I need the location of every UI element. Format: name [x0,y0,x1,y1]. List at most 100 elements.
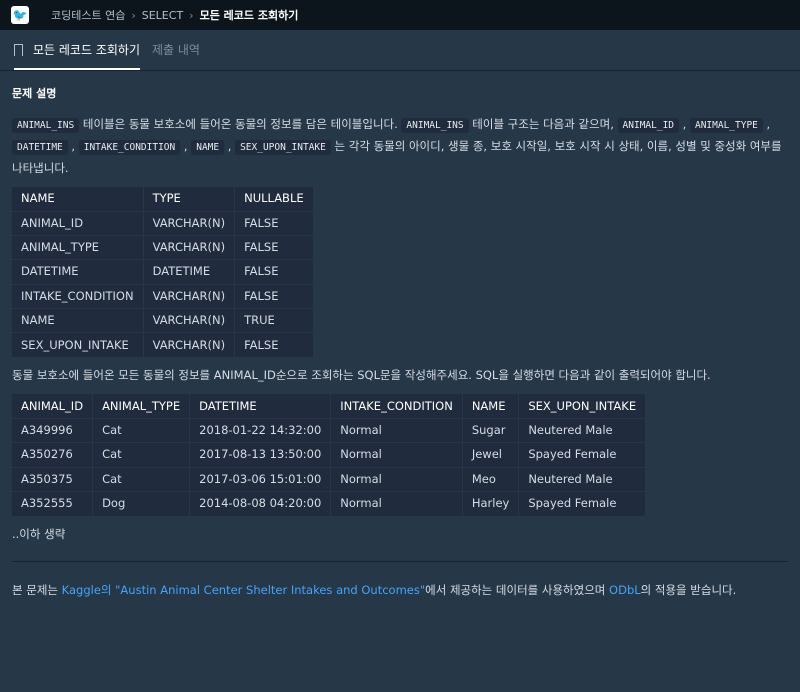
text: 에서 제공하는 데이터를 사용하였으며 [425,582,610,597]
column-header: NULLABLE [234,187,314,211]
table-cell: Neutered Male [518,466,647,492]
tab-label: 모든 레코드 조회하기 [33,43,140,57]
table-row: SEX_UPON_INTAKE VARCHAR(N) FALSE [12,332,314,358]
table-cell: Spayed Female [518,442,647,468]
logo-icon[interactable]: 🐦 [11,6,29,24]
tab-problem[interactable]: 모든 레코드 조회하기 [14,41,140,70]
text: 테이블 구조는 다음과 같으며, [468,117,618,131]
table-cell: Harley [462,491,520,516]
table-cell: Cat [92,466,191,492]
column-header: SEX_UPON_INTAKE [518,394,647,419]
text: 본 문제는 [12,582,62,597]
table-row: DATETIME DATETIME FALSE [12,259,314,285]
table-cell: INTAKE_CONDITION [12,283,144,309]
table-row: A352555 Dog 2014-08-08 04:20:00 Normal Harle… [12,491,647,516]
table-row: NAME VARCHAR(N) TRUE [12,308,314,333]
table-cell: FALSE [234,234,314,260]
table-cell: FALSE [234,259,314,285]
text: 의 적용을 받습니다. [640,582,737,597]
table-cell: ANIMAL_TYPE [12,234,144,260]
breadcrumb-item[interactable]: SELECT [142,9,183,22]
column-header: DATETIME [189,394,332,419]
code: ANIMAL_INS [12,118,80,133]
footer-text: 본 문제는 Kaggle의 "Austin Animal Center Shel… [12,580,788,601]
table-header-row: ANIMAL_ID ANIMAL_TYPE DATETIME INTAKE_CONDI… [12,394,647,419]
table-cell: A352555 [12,491,94,516]
schema-table: NAME TYPE NULLABLE ANIMAL_ID VARCHAR(N) FALSE… [12,187,314,358]
tab-label: 제출 내역 [152,43,200,57]
table-cell: VARCHAR(N) [143,210,236,236]
chevron-right-icon: › [131,8,136,22]
table-cell: 2017-03-06 15:01:00 [189,466,332,492]
table-cell: 2014-08-08 04:20:00 [189,491,332,516]
table-cell: Cat [92,442,191,468]
table-cell: 2018-01-22 14:32:00 [189,417,332,443]
table-cell: ANIMAL_ID [12,210,144,236]
text: 테이블은 동물 보호소에 들어온 동물의 정보를 담은 테이블입니다. [79,117,402,131]
problem-description: ANIMAL_INS 테이블은 동물 보호소에 들어온 동물의 정보를 담은 테… [12,117,782,175]
table-cell: Dog [92,491,191,516]
table-cell: VARCHAR(N) [143,234,236,260]
omitted-text: ..이하 생략 [12,526,66,541]
table-row: INTAKE_CONDITION VARCHAR(N) FALSE [12,283,314,309]
table-cell: Jewel [462,442,520,468]
code: NAME [191,140,225,155]
table-cell: FALSE [234,332,314,358]
table-cell: FALSE [234,210,314,236]
table-cell: TRUE [234,308,314,333]
code: ANIMAL_TYPE [689,118,763,133]
breadcrumb-item[interactable]: 코딩테스트 연습 [51,7,125,23]
table-cell: Normal [330,466,463,492]
code: SEX_UPON_INTAKE [235,140,331,155]
table-cell: Spayed Female [518,491,647,516]
divider [12,560,788,562]
code: DATETIME [12,140,68,155]
column-header: NAME [12,187,144,211]
table-cell: Normal [330,417,463,443]
code: ANIMAL_ID [617,118,680,133]
table-cell: VARCHAR(N) [143,283,236,309]
table-cell: DATETIME [143,259,236,285]
table-cell: Normal [330,491,463,516]
odbl-link[interactable]: ODbL [609,583,641,597]
task-text: 동물 보호소에 들어온 모든 동물의 정보를 ANIMAL_ID순으로 조회하는… [12,368,711,383]
table-cell: Normal [330,442,463,468]
table-cell: A349996 [12,417,94,443]
result-table: ANIMAL_ID ANIMAL_TYPE DATETIME INTAKE_CONDI… [12,394,647,516]
table-cell: A350276 [12,442,94,468]
table-row: ANIMAL_ID VARCHAR(N) FALSE [12,210,314,236]
table-cell: A350375 [12,466,94,492]
column-header: ANIMAL_ID [12,394,94,419]
column-header: ANIMAL_TYPE [92,394,191,419]
code: ANIMAL_INS [401,118,469,133]
table-cell: NAME [12,308,144,333]
tab-submissions[interactable]: 제출 내역 [152,41,200,70]
table-row: A349996 Cat 2018-01-22 14:32:00 Normal Sugar… [12,417,647,443]
table-cell: FALSE [234,283,314,309]
bookmark-icon [14,43,23,56]
table-row: A350276 Cat 2017-08-13 13:50:00 Normal Jewel… [12,442,647,468]
breadcrumb-current: 모든 레코드 조회하기 [199,9,299,22]
column-header: TYPE [143,187,236,211]
table-cell: DATETIME [12,259,144,285]
chevron-right-icon: › [189,8,194,22]
kaggle-link[interactable]: Kaggle의 "Austin Animal Center Shelter In… [62,583,425,597]
tab-bar: 모든 레코드 조회하기 제출 내역 [0,30,800,71]
section-title: 문제 설명 [12,87,57,100]
column-header: NAME [462,394,520,419]
table-cell: Meo [462,466,520,492]
column-header: INTAKE_CONDITION [330,394,463,419]
table-cell: Neutered Male [518,417,647,443]
table-cell: Cat [92,417,191,443]
table-cell: Sugar [462,417,520,443]
table-row: A350375 Cat 2017-03-06 15:01:00 Normal Meo Ne… [12,466,647,492]
top-bar: 🐦 코딩테스트 연습 › SELECT › 모든 레코드 조회하기 [0,0,800,30]
table-row: ANIMAL_TYPE VARCHAR(N) FALSE [12,234,314,260]
table-cell: VARCHAR(N) [143,332,236,358]
table-header-row: NAME TYPE NULLABLE [12,187,314,211]
table-cell: 2017-08-13 13:50:00 [189,442,332,468]
code: INTAKE_CONDITION [78,140,181,155]
problem-content: 문제 설명 ANIMAL_INS 테이블은 동물 보호소에 들어온 동물의 정보… [0,71,800,613]
table-cell: VARCHAR(N) [143,308,236,333]
table-cell: SEX_UPON_INTAKE [12,332,144,358]
